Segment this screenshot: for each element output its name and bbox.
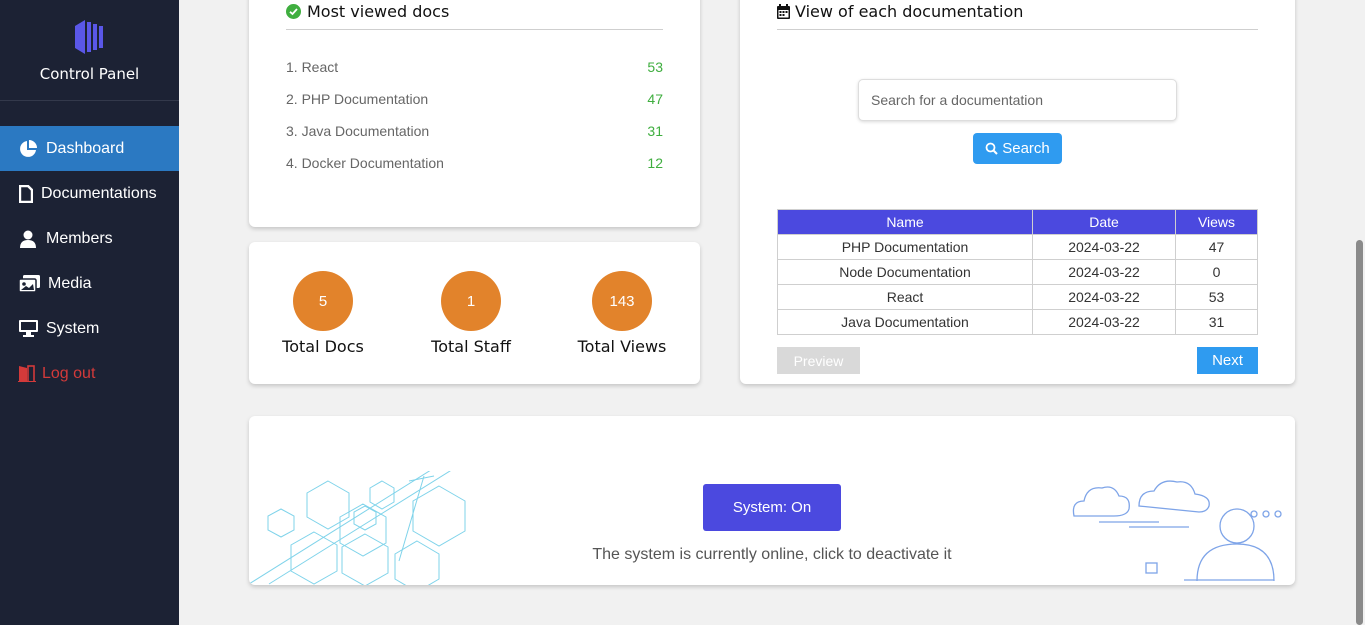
calendar-icon (777, 4, 790, 19)
pie-chart-icon (18, 139, 38, 159)
cloud-user-decoration (1072, 480, 1282, 582)
stat-label: Total Docs (282, 337, 364, 356)
stat-label: Total Staff (431, 337, 511, 356)
sidebar-item-system[interactable]: System (0, 306, 179, 351)
table-cell: 31 (1175, 309, 1258, 335)
most-viewed-card: Most viewed docs 1. React 53 2. PHP Docu… (249, 0, 700, 227)
docs-view-header: View of each documentation (777, 2, 1023, 21)
sidebar-item-label: Media (48, 274, 92, 292)
column-header: Name (777, 209, 1033, 235)
doc-count: 31 (647, 123, 663, 139)
column-header: Views (1175, 209, 1258, 235)
next-button[interactable]: Next (1197, 347, 1258, 374)
table-cell: 47 (1175, 234, 1258, 260)
check-circle-icon (286, 4, 301, 19)
sidebar-item-label: Dashboard (46, 139, 125, 157)
stat-value: 5 (293, 271, 353, 331)
most-viewed-header: Most viewed docs (286, 2, 449, 21)
table-row: PHP Documentation 2024-03-22 47 (777, 234, 1258, 260)
table-cell: Java Documentation (777, 309, 1033, 335)
sidebar-item-label: System (46, 319, 100, 337)
sidebar-item-dashboard[interactable]: Dashboard (0, 126, 179, 171)
door-icon (18, 364, 36, 384)
docs-view-title: View of each documentation (795, 2, 1024, 21)
list-item: 1. React 53 (286, 59, 663, 75)
doc-name: 2. PHP Documentation (286, 91, 429, 107)
doc-count: 53 (647, 59, 663, 75)
doc-count: 47 (647, 91, 663, 107)
list-item: 2. PHP Documentation 47 (286, 91, 663, 107)
search-icon (985, 142, 998, 155)
table-cell: 0 (1175, 259, 1258, 285)
table-cell: React (777, 284, 1033, 310)
stat-value: 143 (592, 271, 652, 331)
table-row: Node Documentation 2024-03-22 0 (777, 259, 1258, 285)
table-cell: 2024-03-22 (1032, 284, 1176, 310)
sidebar-nav: Dashboard Documentations Members Media S… (0, 126, 179, 396)
system-toggle-button[interactable]: System: On (703, 484, 841, 531)
table-row: React 2024-03-22 53 (777, 284, 1258, 310)
list-item: 4. Docker Documentation 12 (286, 155, 663, 171)
sidebar-item-documentations[interactable]: Documentations (0, 171, 179, 216)
brand: Control Panel (0, 0, 179, 101)
table-row: Java Documentation 2024-03-22 31 (777, 309, 1258, 335)
sidebar-item-label: Documentations (41, 184, 157, 202)
search-button[interactable]: Search (973, 133, 1062, 164)
images-icon (18, 274, 40, 294)
sidebar-item-label: Members (46, 229, 113, 247)
hexagon-decoration (249, 471, 466, 585)
doc-name: 4. Docker Documentation (286, 155, 444, 171)
scrollbar[interactable] (1354, 0, 1365, 625)
table-cell: 53 (1175, 284, 1258, 310)
sidebar-item-logout[interactable]: Log out (0, 351, 179, 396)
logo-icon (74, 20, 103, 54)
scrollbar-thumb[interactable] (1356, 240, 1363, 625)
column-header: Date (1032, 209, 1176, 235)
sidebar: Control Panel Dashboard Documentations M… (0, 0, 179, 625)
table-cell: 2024-03-22 (1032, 259, 1176, 285)
most-viewed-title: Most viewed docs (307, 2, 450, 21)
search-button-label: Search (1002, 140, 1050, 157)
system-card: System: On The system is currently onlin… (249, 416, 1295, 585)
sidebar-item-media[interactable]: Media (0, 261, 179, 306)
stats-card: 5 Total Docs 1 Total Staff 143 Total Vie… (249, 242, 700, 384)
stat-total-docs: 5 Total Docs (273, 271, 373, 356)
docs-table: Name Date Views PHP Documentation 2024-0… (777, 209, 1258, 335)
sidebar-item-members[interactable]: Members (0, 216, 179, 261)
stat-total-staff: 1 Total Staff (421, 271, 521, 356)
stat-total-views: 143 Total Views (572, 271, 672, 356)
stat-label: Total Views (577, 337, 667, 356)
table-cell: 2024-03-22 (1032, 234, 1176, 260)
table-cell: Node Documentation (777, 259, 1033, 285)
divider (286, 29, 663, 30)
doc-name: 3. Java Documentation (286, 123, 430, 139)
search-input[interactable] (858, 79, 1177, 121)
divider (777, 29, 1258, 30)
list-item: 3. Java Documentation 31 (286, 123, 663, 139)
table-header-row: Name Date Views (777, 209, 1258, 235)
brand-title: Control Panel (39, 65, 140, 83)
file-icon (18, 184, 33, 204)
doc-count: 12 (647, 155, 663, 171)
table-cell: 2024-03-22 (1032, 309, 1176, 335)
preview-button[interactable]: Preview (777, 347, 860, 374)
sidebar-item-label: Log out (42, 364, 96, 382)
docs-view-card: View of each documentation Search Name D… (740, 0, 1295, 384)
stat-value: 1 (441, 271, 501, 331)
table-cell: PHP Documentation (777, 234, 1033, 260)
doc-name: 1. React (286, 59, 339, 75)
monitor-icon (18, 319, 38, 339)
user-icon (18, 229, 38, 249)
